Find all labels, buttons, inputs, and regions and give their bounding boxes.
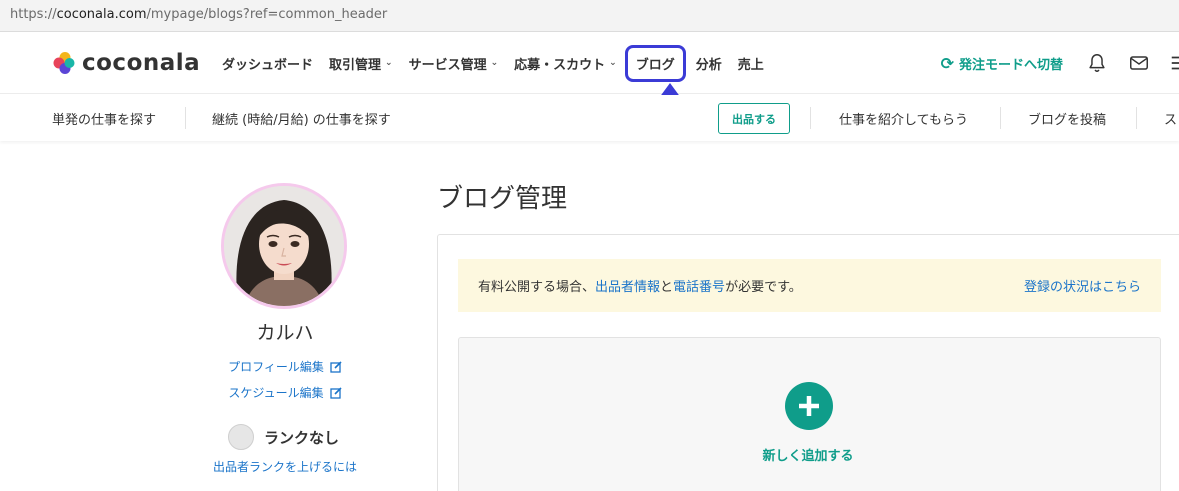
nav-scout[interactable]: 応募・スカウト ⌄ (514, 54, 617, 73)
subnav-find-single-jobs[interactable]: 単発の仕事を探す (52, 95, 156, 141)
nav-blog[interactable]: ブログ (624, 44, 686, 82)
sync-icon: ⟳ (940, 53, 954, 73)
subnav-find-continuous-jobs[interactable]: 継続 (時給/月給) の仕事を探す (212, 95, 391, 141)
registration-status-link[interactable]: 登録の状況はこちら (1024, 276, 1141, 295)
notice-text: が必要です。 (725, 280, 802, 295)
rank-text: ランクなし (264, 428, 340, 447)
paid-publish-notice: 有料公開する場合、 出品者情報と電話番号 が必要です。 登録の状況はこちら (458, 259, 1161, 312)
nav-transactions[interactable]: 取引管理 ⌄ (329, 54, 393, 73)
nav-dashboard[interactable]: ダッシュボード (222, 54, 313, 73)
rank-badge-icon (228, 424, 254, 450)
page-title: ブログ管理 (437, 184, 568, 214)
menu-icon[interactable] (1169, 51, 1179, 75)
add-blog-label[interactable]: 新しく追加する (708, 445, 908, 464)
seller-info-link[interactable]: 出品者情報 (595, 276, 660, 295)
phone-number-link[interactable]: 電話番号 (673, 276, 725, 295)
plus-icon (799, 396, 819, 416)
chevron-down-icon: ⌄ (385, 58, 393, 68)
subnav-job-referral[interactable]: 仕事を紹介してもらう (839, 95, 968, 141)
url-text[interactable]: https://coconala.com/mypage/blogs?ref=co… (10, 7, 387, 22)
rank-up-link[interactable]: 出品者ランクを上げるには (200, 458, 370, 475)
logo-text: coconala (82, 50, 201, 76)
profile-name: カルハ (256, 322, 314, 344)
edit-icon (329, 386, 342, 399)
site-header: coconala ダッシュボード 取引管理 ⌄ サービス管理 ⌄ 応募・スカウト ⌄ … (0, 32, 1179, 94)
notice-text: と (660, 280, 674, 295)
chevron-down-icon: ⌄ (609, 58, 617, 68)
schedule-edit-link[interactable]: スケジュール編集 (200, 384, 370, 401)
avatar[interactable] (221, 183, 347, 309)
profile-edit-link[interactable]: プロフィール編集 (200, 358, 370, 375)
edit-icon (330, 360, 342, 373)
coconala-logo-icon (53, 52, 75, 74)
subnav-item-truncated[interactable]: ス (1164, 95, 1177, 141)
divider (1136, 107, 1137, 129)
order-mode-switch-button[interactable]: ⟳ 発注モードへ切替 (941, 54, 1063, 73)
chevron-down-icon: ⌄ (490, 58, 499, 68)
rank-indicator: ランクなし (228, 424, 339, 450)
add-blog-button[interactable] (785, 382, 833, 430)
address-bar[interactable]: https://coconala.com/mypage/blogs?ref=co… (0, 0, 1179, 32)
divider (810, 107, 811, 129)
site-logo[interactable]: coconala (52, 50, 200, 76)
bell-icon[interactable] (1085, 51, 1109, 75)
post-service-button[interactable]: 出品する (718, 103, 790, 134)
divider (185, 107, 186, 129)
avatar-image (224, 186, 344, 306)
main-nav: ダッシュボード 取引管理 ⌄ サービス管理 ⌄ 応募・スカウト ⌄ ブログ 分析 売上 (222, 32, 780, 94)
header-actions: ⟳ 発注モードへ切替 (941, 32, 1179, 94)
nav-services[interactable]: サービス管理 ⌄ (409, 54, 499, 73)
nav-sales[interactable]: 売上 (738, 54, 764, 73)
divider (1000, 107, 1001, 129)
notice-text: 有料公開する場合、 (478, 280, 596, 295)
mail-icon[interactable] (1127, 51, 1151, 75)
subnav-post-blog[interactable]: ブログを投稿 (1028, 95, 1106, 141)
nav-analytics[interactable]: 分析 (696, 54, 722, 73)
sub-nav: 単発の仕事を探す 継続 (時給/月給) の仕事を探す 出品する 仕事を紹介しても… (0, 95, 1179, 141)
